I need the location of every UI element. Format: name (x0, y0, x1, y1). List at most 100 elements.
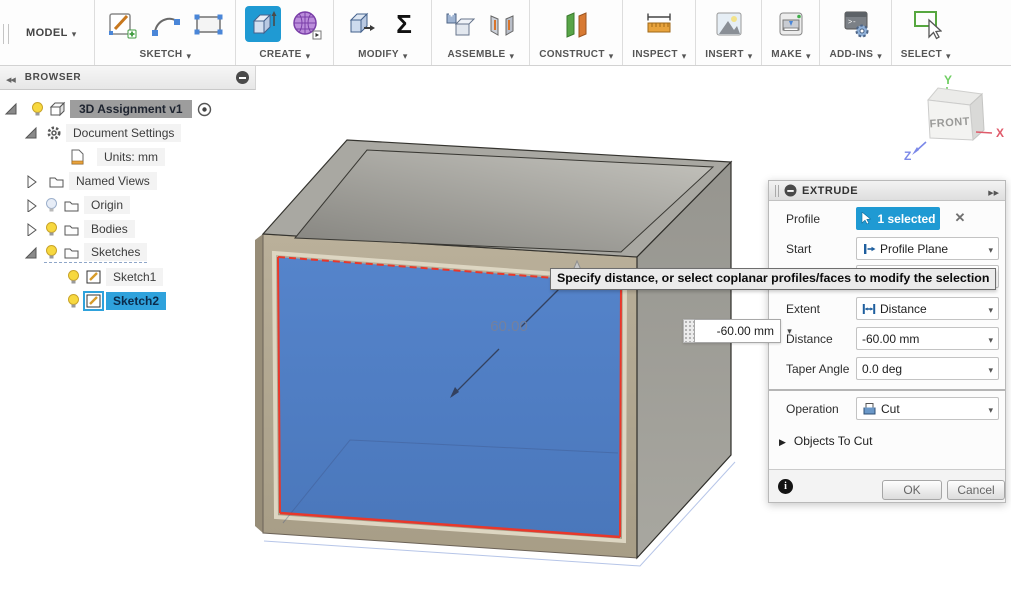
toolbar-group-sketch: SKETCH (94, 0, 235, 65)
tree-item-label[interactable]: Bodies (84, 220, 135, 238)
dialog-header[interactable]: EXTRUDE (769, 181, 1005, 201)
expander-open-icon[interactable] (24, 246, 38, 260)
create-sketch-button[interactable] (104, 6, 140, 42)
make-button[interactable] (773, 6, 809, 42)
tree-item-origin[interactable]: Origin (0, 194, 131, 216)
chevron-down-icon (802, 46, 811, 64)
joint-button[interactable] (484, 6, 520, 42)
browser-panel: BROWSER 3D Assignment v1 Document Settin… (0, 66, 256, 311)
joint-icon (490, 14, 514, 36)
clear-selection-icon[interactable] (950, 208, 970, 228)
distance-dropdown-icon[interactable] (781, 319, 798, 343)
expander-open-icon[interactable] (4, 102, 18, 116)
cancel-button[interactable]: Cancel (947, 480, 1005, 500)
info-icon[interactable]: i (778, 479, 793, 494)
tree-item-bodies[interactable]: Bodies (0, 218, 135, 240)
addins-button[interactable]: >- (838, 6, 874, 42)
new-component-button[interactable] (441, 6, 477, 42)
visibility-bulb-icon[interactable] (44, 221, 59, 237)
tree-item-label[interactable]: Document Settings (66, 124, 182, 142)
expander-closed-icon[interactable] (24, 198, 38, 212)
press-pull-button[interactable] (343, 6, 379, 42)
expander-closed-icon[interactable] (24, 174, 38, 188)
spline-button[interactable] (147, 6, 183, 42)
sketch-menu[interactable]: SKETCH (140, 47, 191, 62)
extent-select[interactable]: Distance (856, 297, 999, 320)
insert-menu[interactable]: INSERT (705, 47, 752, 62)
expander-open-icon[interactable] (24, 126, 38, 140)
expand-dialog-icon[interactable] (988, 182, 999, 200)
browser-title: BROWSER (24, 72, 82, 83)
tree-item-label[interactable]: Sketch2 (106, 292, 167, 310)
select-menu[interactable]: SELECT (901, 47, 951, 62)
toolbar-grip[interactable] (3, 24, 9, 44)
group-label: ASSEMBLE (447, 49, 506, 60)
viewcube[interactable]: Y FRONT X Z (890, 70, 1011, 182)
chevron-down-icon (988, 240, 993, 258)
measure-button[interactable] (641, 6, 677, 42)
construct-menu[interactable]: CONSTRUCT (539, 47, 613, 62)
tree-item-label[interactable]: Sketches (84, 243, 148, 261)
tree-item-label[interactable]: Origin (84, 196, 131, 214)
change-parameters-button[interactable]: Σ (386, 6, 422, 42)
box-left-sliver-face[interactable] (255, 234, 263, 533)
tree-item-sketch2[interactable]: Sketch2 (0, 290, 167, 312)
inspect-menu[interactable]: INSPECT (632, 47, 686, 62)
addins-menu[interactable]: ADD-INS (829, 47, 881, 62)
workspace-switcher[interactable]: MODEL (0, 0, 94, 65)
chevron-down-icon (873, 46, 882, 64)
create-menu[interactable]: CREATE (259, 47, 310, 62)
tree-item-document-settings[interactable]: Document Settings (0, 122, 182, 144)
modify-menu[interactable]: MODIFY (358, 47, 407, 62)
construct-plane-button[interactable] (558, 6, 594, 42)
rectangle-button[interactable] (190, 6, 226, 42)
collapse-panel-icon[interactable] (6, 69, 15, 87)
extrude-icon (253, 10, 277, 34)
assemble-menu[interactable]: ASSEMBLE (448, 47, 515, 62)
tree-item-label[interactable]: Units: mm (97, 148, 165, 166)
extrude-button[interactable] (245, 5, 282, 42)
group-label: SELECT (900, 49, 943, 60)
distance-input[interactable]: -60.00 mm (856, 327, 999, 350)
operation-select[interactable]: Cut (856, 397, 999, 420)
tree-item-sketch1[interactable]: Sketch1 (0, 266, 164, 288)
visibility-bulb-icon[interactable] (44, 244, 59, 260)
tree-item-label[interactable]: 3D Assignment v1 (70, 100, 192, 118)
group-label: ADD-INS (829, 49, 874, 60)
visibility-bulb-icon[interactable] (66, 269, 81, 285)
taper-angle-input[interactable]: 0.0 deg (856, 357, 999, 380)
start-select[interactable]: Profile Plane (856, 237, 999, 260)
visibility-bulb-off-icon[interactable] (44, 197, 59, 213)
minimize-icon[interactable] (236, 71, 249, 84)
expander-closed-icon[interactable] (24, 222, 38, 236)
make-menu[interactable]: MAKE (771, 47, 810, 62)
tree-item-sketches[interactable]: Sketches (0, 242, 148, 264)
group-label: INSERT (705, 49, 744, 60)
insert-button[interactable] (711, 6, 747, 42)
form-button[interactable] (288, 6, 324, 42)
toolbar-group-select: SELECT (890, 0, 960, 65)
profile-count: 1 selected (877, 211, 936, 226)
drag-handle[interactable] (683, 319, 694, 343)
tree-item-label[interactable]: Sketch1 (106, 268, 164, 286)
visibility-bulb-icon[interactable] (30, 101, 45, 117)
tree-item-named-views[interactable]: Named Views (0, 170, 157, 192)
dialog-grip[interactable] (775, 184, 779, 197)
expander-closed-icon (779, 432, 786, 450)
tree-item-label[interactable]: Named Views (69, 172, 157, 190)
collapse-dialog-icon[interactable] (784, 184, 797, 197)
sketches-drop-target: Sketches (44, 243, 148, 263)
form-sphere-icon (293, 10, 322, 39)
activate-radio-icon[interactable] (197, 102, 212, 117)
profile-selection-button[interactable]: 1 selected (856, 207, 940, 230)
tree-item-units[interactable]: Units: mm (0, 146, 165, 168)
rectangle-icon (194, 14, 223, 34)
objects-to-cut-expander[interactable]: Objects To Cut (779, 432, 872, 450)
selected-profile-face[interactable] (278, 257, 621, 537)
tree-item-root[interactable]: 3D Assignment v1 (0, 98, 216, 120)
visibility-bulb-icon[interactable] (66, 293, 81, 309)
ok-button[interactable]: OK (882, 480, 942, 500)
distance-floating-input[interactable]: -60.00 mm (694, 319, 781, 343)
select-button[interactable] (908, 6, 944, 42)
image-icon (716, 12, 742, 35)
